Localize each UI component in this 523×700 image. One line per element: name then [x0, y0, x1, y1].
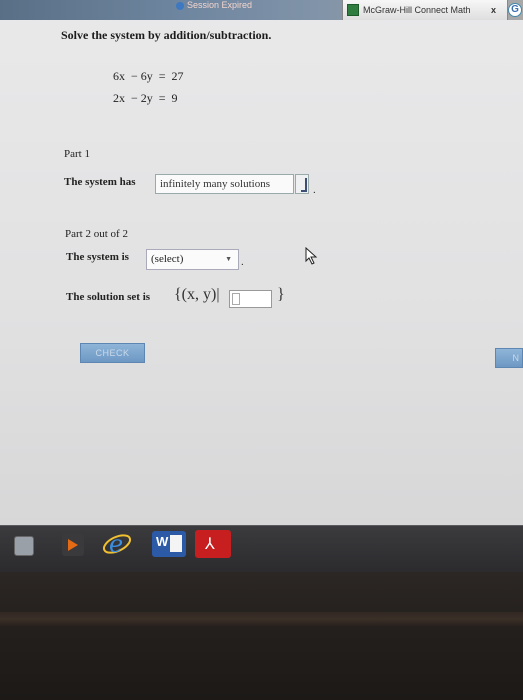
mcgraw-hill-favicon-icon [347, 4, 359, 16]
solution-set-notation: {(x, y)| [174, 286, 220, 303]
part-2-period: . [241, 256, 244, 268]
check-button[interactable]: CHECK [80, 343, 145, 363]
part-2-label: Part 2 out of 2 [65, 228, 128, 240]
media-player-icon[interactable] [62, 534, 84, 556]
new-tab-g-icon[interactable]: G [508, 3, 522, 17]
word-letter-icon: W [156, 534, 169, 549]
windows-taskbar: e W ⅄ [0, 525, 523, 573]
tab-title: McGraw-Hill Connect Math [363, 5, 471, 15]
part-1-prompt: The system has [64, 176, 136, 188]
play-triangle-icon [68, 539, 78, 551]
browser-screen: Session Expired McGraw-Hill Connect Math… [0, 0, 523, 525]
part-1-answer-value: infinitely many solutions [160, 178, 270, 190]
solution-set-input[interactable] [229, 290, 272, 308]
part-2-prompt: The system is [66, 251, 129, 263]
window-thumbnail-icon[interactable] [14, 536, 34, 556]
desk-edge [0, 612, 523, 626]
part-1-period: . [313, 184, 316, 196]
internet-explorer-icon[interactable]: e [102, 529, 132, 559]
svg-text:e: e [109, 530, 123, 558]
part-1-label: Part 1 [64, 148, 90, 160]
browser-tab-mcgraw-hill[interactable]: McGraw-Hill Connect Math x [342, 0, 508, 20]
equation-1: 6x − 6y = 27 [113, 69, 184, 83]
tab-close-icon[interactable]: x [491, 0, 496, 20]
acrobat-icon[interactable]: ⅄ [195, 530, 231, 558]
word-icon[interactable]: W [152, 531, 186, 557]
part-2-select[interactable]: (select) ▼ [146, 249, 239, 270]
part-1-dropdown-button[interactable] [295, 174, 309, 194]
equation-2: 2x − 2y = 9 [113, 91, 178, 105]
solution-set-close-brace: } [277, 286, 285, 303]
question-heading: Solve the system by addition/subtraction… [61, 28, 272, 42]
dropdown-corner-icon [301, 178, 307, 192]
browser-top-bar: Session Expired McGraw-Hill Connect Math… [0, 0, 523, 20]
session-text: Session Expired [187, 0, 253, 10]
session-icon [176, 1, 184, 10]
word-document-icon [170, 535, 182, 552]
acrobat-symbol-icon: ⅄ [205, 534, 215, 553]
session-status: Session Expired [176, 0, 252, 10]
solution-set-label: The solution set is [66, 291, 151, 303]
monitor-bezel [0, 572, 523, 700]
input-placeholder-box [232, 293, 240, 305]
part-1-answer-field[interactable]: infinitely many solutions [155, 174, 309, 194]
part-2-select-value: (select) [151, 253, 184, 265]
dropdown-arrow-icon: ▼ [225, 255, 232, 263]
next-button[interactable]: N [495, 348, 523, 368]
mouse-pointer-icon [305, 247, 318, 265]
